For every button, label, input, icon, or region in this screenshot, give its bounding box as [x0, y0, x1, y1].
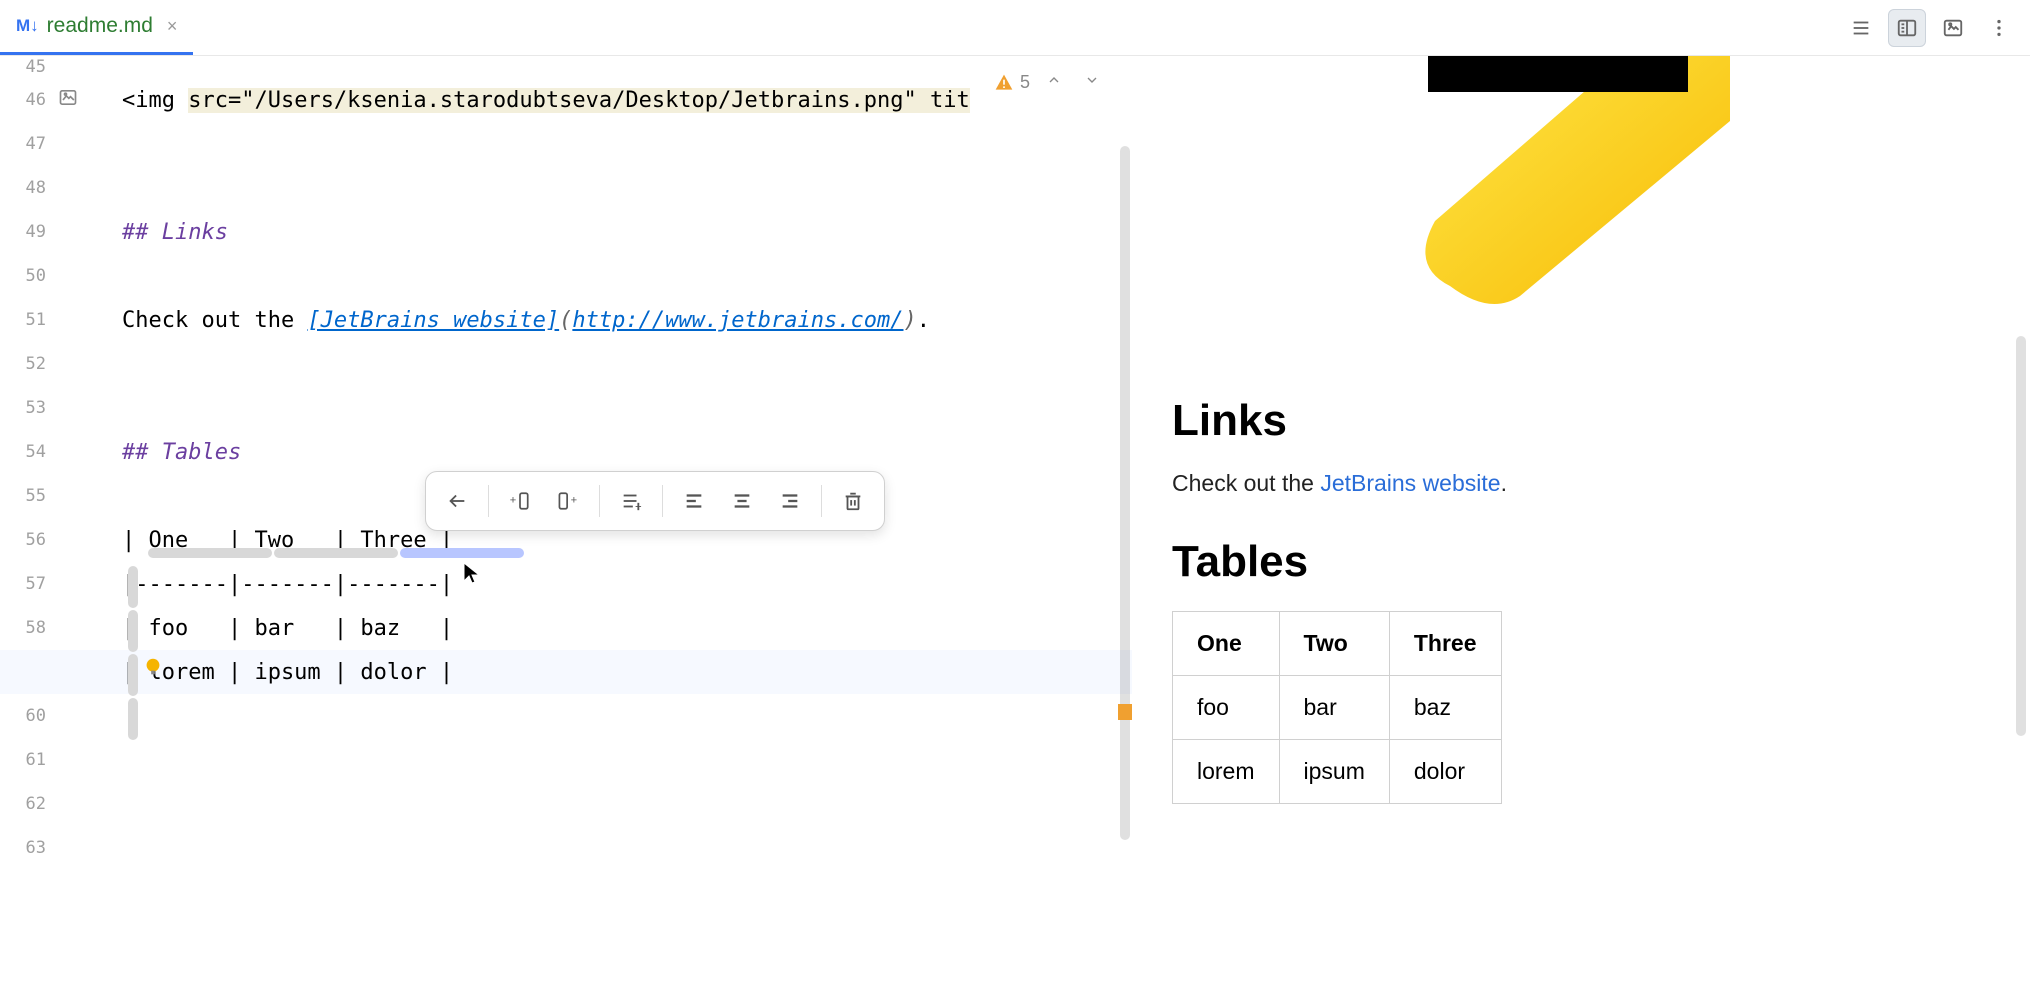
back-button[interactable]	[436, 480, 478, 522]
line-number: 55	[0, 474, 60, 518]
line-number: 56	[0, 518, 60, 562]
line-number: 63	[0, 826, 60, 870]
row-handle[interactable]	[128, 610, 138, 652]
intention-bulb-icon[interactable]	[142, 656, 164, 683]
line-number: 46	[0, 78, 60, 122]
split-view-button[interactable]	[1888, 9, 1926, 47]
line-number: 48	[0, 166, 60, 210]
code-line[interactable]: | foo | bar | baz |	[122, 606, 1132, 650]
svg-text:+: +	[571, 495, 578, 507]
column-handle[interactable]	[274, 548, 398, 558]
code-line[interactable]: |-------|-------|-------|	[122, 562, 1132, 606]
editor-pane[interactable]: 5 45 46 47 48 49 50 51 52 53 54	[0, 56, 1132, 999]
editor-only-view-button[interactable]	[1842, 9, 1880, 47]
warning-icon	[994, 73, 1014, 93]
table-header: One	[1173, 612, 1280, 676]
table-row-handles[interactable]	[128, 566, 138, 742]
code-line[interactable]: | lorem | ipsum | dolor |	[0, 650, 1132, 694]
table-header: Three	[1389, 612, 1501, 676]
line-number: 53	[0, 386, 60, 430]
inspection-widget[interactable]: 5	[988, 66, 1112, 99]
warning-scroll-marker[interactable]	[1118, 704, 1132, 720]
line-number: 50	[0, 254, 60, 298]
column-handle[interactable]	[148, 548, 272, 558]
code-line[interactable]	[122, 166, 1132, 210]
line-number: 58	[0, 606, 60, 650]
preview-links-heading: Links	[1172, 396, 1990, 446]
svg-text:+: +	[510, 495, 517, 507]
file-tab[interactable]: M↓ readme.md ×	[0, 0, 193, 55]
code-area[interactable]: <img src="/Users/ksenia.starodubtseva/De…	[122, 56, 1132, 870]
row-handle[interactable]	[128, 566, 138, 608]
column-handle-selected[interactable]	[400, 548, 524, 558]
line-number: 54	[0, 430, 60, 474]
line-number: 51	[0, 298, 60, 342]
prev-highlight-button[interactable]	[1040, 70, 1068, 95]
code-line[interactable]	[122, 694, 1132, 738]
select-column-button[interactable]	[610, 480, 652, 522]
more-options-button[interactable]	[1980, 9, 2018, 47]
separator	[821, 485, 822, 517]
line-number: 57	[0, 562, 60, 606]
code-line[interactable]	[122, 782, 1132, 826]
preview-tables-heading: Tables	[1172, 537, 1990, 587]
preview-image	[1172, 56, 1990, 356]
table-floating-toolbar: + +	[425, 471, 885, 531]
table-column-handles[interactable]	[148, 548, 526, 558]
preview-only-view-button[interactable]	[1934, 9, 1972, 47]
separator	[488, 485, 489, 517]
delete-column-button[interactable]	[832, 480, 874, 522]
code-line[interactable]	[122, 738, 1132, 782]
align-center-button[interactable]	[721, 480, 763, 522]
line-number: 60	[0, 694, 60, 738]
close-tab-button[interactable]: ×	[167, 16, 178, 37]
row-handle[interactable]	[128, 698, 138, 740]
code-line[interactable]	[122, 386, 1132, 430]
code-line[interactable]	[122, 122, 1132, 166]
code-line[interactable]	[122, 254, 1132, 298]
tab-title: readme.md	[47, 14, 153, 38]
editor-view-toolbar	[1842, 0, 2018, 56]
insert-column-right-button[interactable]: +	[547, 480, 589, 522]
insert-column-left-button[interactable]: +	[499, 480, 541, 522]
line-number: 61	[0, 738, 60, 782]
separator	[662, 485, 663, 517]
code-line[interactable]: ## Links	[122, 210, 1132, 254]
line-number: 52	[0, 342, 60, 386]
align-right-button[interactable]	[769, 480, 811, 522]
table-row: loremipsumdolor	[1173, 740, 1502, 804]
image-gutter-icon[interactable]	[58, 88, 78, 113]
code-line[interactable]: ## Tables	[122, 430, 1132, 474]
line-number-gutter[interactable]: 45 46 47 48 49 50 51 52 53 54 55 56 57 5…	[0, 56, 60, 999]
preview-table: One Two Three foobarbaz loremipsumdolor	[1172, 611, 1502, 804]
markdown-file-icon: M↓	[16, 16, 39, 36]
code-line[interactable]	[122, 56, 1132, 78]
next-highlight-button[interactable]	[1078, 70, 1106, 95]
table-row: foobarbaz	[1173, 676, 1502, 740]
preview-scrollbar-thumb[interactable]	[2016, 336, 2026, 736]
code-line[interactable]: <img src="/Users/ksenia.starodubtseva/De…	[122, 78, 1132, 122]
code-line[interactable]	[122, 342, 1132, 386]
preview-pane[interactable]: Links Check out the JetBrains website. T…	[1132, 56, 2030, 999]
warning-count-text: 5	[1020, 72, 1030, 93]
warning-count[interactable]: 5	[994, 72, 1030, 93]
code-line[interactable]: Check out the [JetBrains website](http:/…	[122, 298, 1132, 342]
line-number: 62	[0, 782, 60, 826]
preview-links-paragraph: Check out the JetBrains website.	[1172, 470, 1990, 497]
table-header: Two	[1279, 612, 1389, 676]
line-number: 49	[0, 210, 60, 254]
row-handle[interactable]	[128, 654, 138, 696]
preview-jetbrains-link[interactable]: JetBrains website	[1320, 470, 1500, 496]
line-number: 47	[0, 122, 60, 166]
align-left-button[interactable]	[673, 480, 715, 522]
separator	[599, 485, 600, 517]
code-line[interactable]	[122, 826, 1132, 870]
editor-tab-bar: M↓ readme.md ×	[0, 0, 2030, 56]
line-number: 45	[0, 56, 60, 78]
editor-scrollbar-thumb[interactable]	[1120, 146, 1130, 840]
